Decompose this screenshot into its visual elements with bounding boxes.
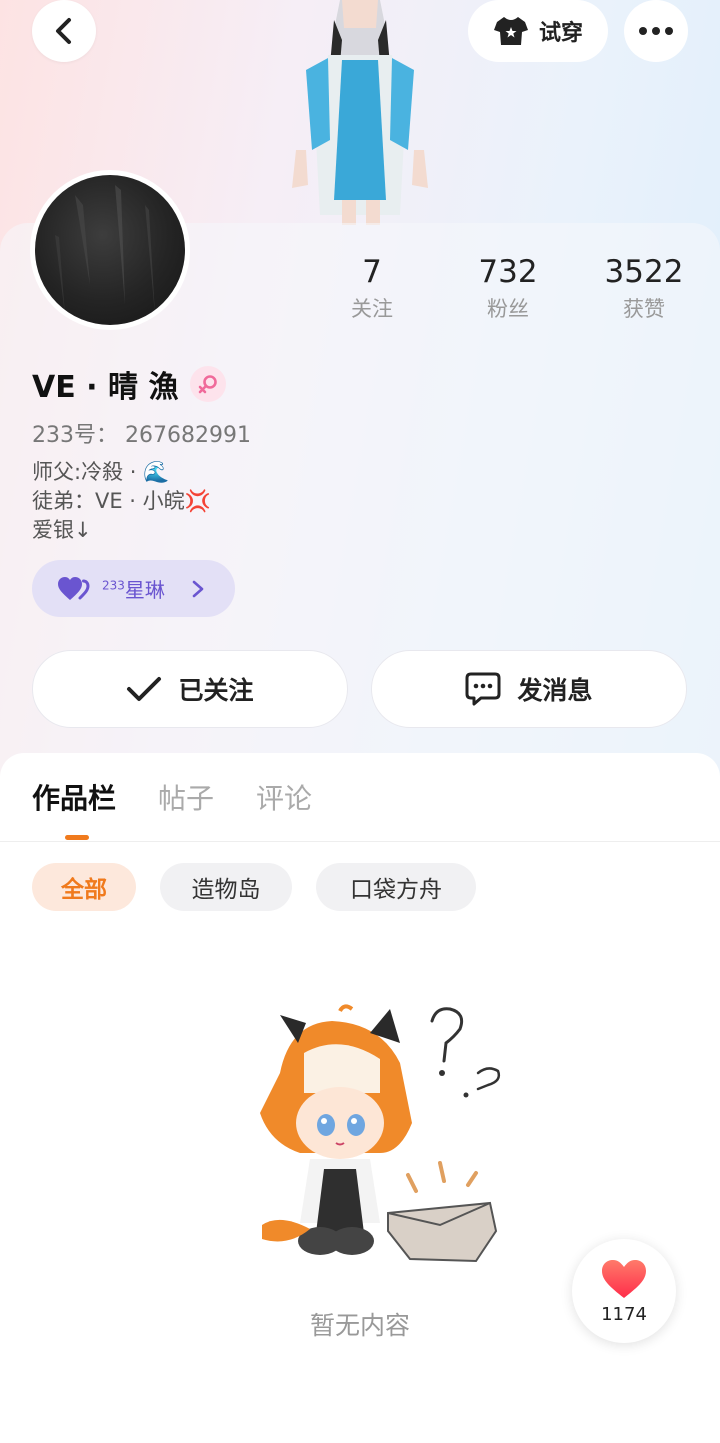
filter-chip-pocket-ark[interactable]: 口袋方舟 [316, 863, 476, 911]
heart-icon [602, 1259, 646, 1298]
stat-number: 732 [478, 254, 538, 290]
stat-likes[interactable]: 3522 获赞 [584, 250, 704, 324]
avatar[interactable] [30, 170, 190, 330]
following-button[interactable]: 已关注 [32, 650, 348, 728]
checkmark-icon [127, 677, 162, 701]
more-dots-icon [639, 27, 673, 35]
profile-name: VE · 晴 漁 [32, 370, 179, 405]
profile-name-row: VE · 晴 漁 [32, 362, 227, 406]
content-tabs: 作品栏 帖子 评论 [32, 781, 312, 817]
active-tab-indicator [65, 835, 89, 840]
try-on-label: 试穿 [538, 21, 583, 46]
more-options-button[interactable] [624, 0, 688, 62]
stat-number: 3522 [604, 254, 684, 290]
tab-works[interactable]: 作品栏 [32, 781, 116, 817]
chevron-right-icon [192, 580, 204, 597]
profile-bio: 师父:冷殺 · 🌊 徒弟：VE · 小皖💢 爱银↓ [32, 458, 211, 545]
stat-following[interactable]: 7 关注 [312, 250, 432, 324]
female-gender-icon [190, 366, 227, 402]
stat-number: 7 [362, 254, 382, 290]
stat-label: 获赞 [623, 297, 665, 321]
like-button[interactable]: 1174 [572, 1239, 676, 1343]
stat-label: 关注 [351, 297, 393, 321]
badge-label: 233星琳 [102, 574, 165, 603]
character-avatar-figure [292, 0, 428, 225]
send-message-label: 发消息 [517, 676, 593, 705]
stat-label: 粉丝 [487, 297, 529, 321]
tshirt-icon [493, 17, 528, 45]
user-id: 233号： 267682991 [32, 423, 251, 448]
tab-comments[interactable]: 评论 [256, 781, 312, 817]
stat-followers[interactable]: 732 粉丝 [448, 250, 568, 324]
back-button[interactable] [32, 0, 96, 62]
chat-bubble-icon [465, 672, 501, 706]
filter-chip-all[interactable]: 全部 [32, 863, 136, 911]
bio-line: 爱银↓ [32, 518, 92, 542]
divider [0, 841, 720, 842]
badge-text: 星琳 [124, 578, 165, 602]
like-count: 1174 [601, 1303, 647, 1325]
filter-chip-creation-island[interactable]: 造物岛 [160, 863, 292, 911]
avatar-image [35, 175, 185, 325]
following-label: 已关注 [178, 676, 254, 705]
bio-line: 徒弟：VE · 小皖💢 [32, 489, 211, 513]
tab-posts[interactable]: 帖子 [158, 781, 214, 817]
chevron-left-icon [56, 18, 71, 44]
try-on-button[interactable]: 试穿 [468, 0, 608, 62]
partner-badge[interactable]: 233星琳 [32, 560, 235, 617]
bio-line: 师父:冷殺 · 🌊 [32, 460, 170, 484]
double-heart-icon [58, 576, 90, 600]
send-message-button[interactable]: 发消息 [371, 650, 687, 728]
empty-state-illustration [260, 1004, 501, 1263]
badge-superscript: 233 [102, 578, 125, 593]
